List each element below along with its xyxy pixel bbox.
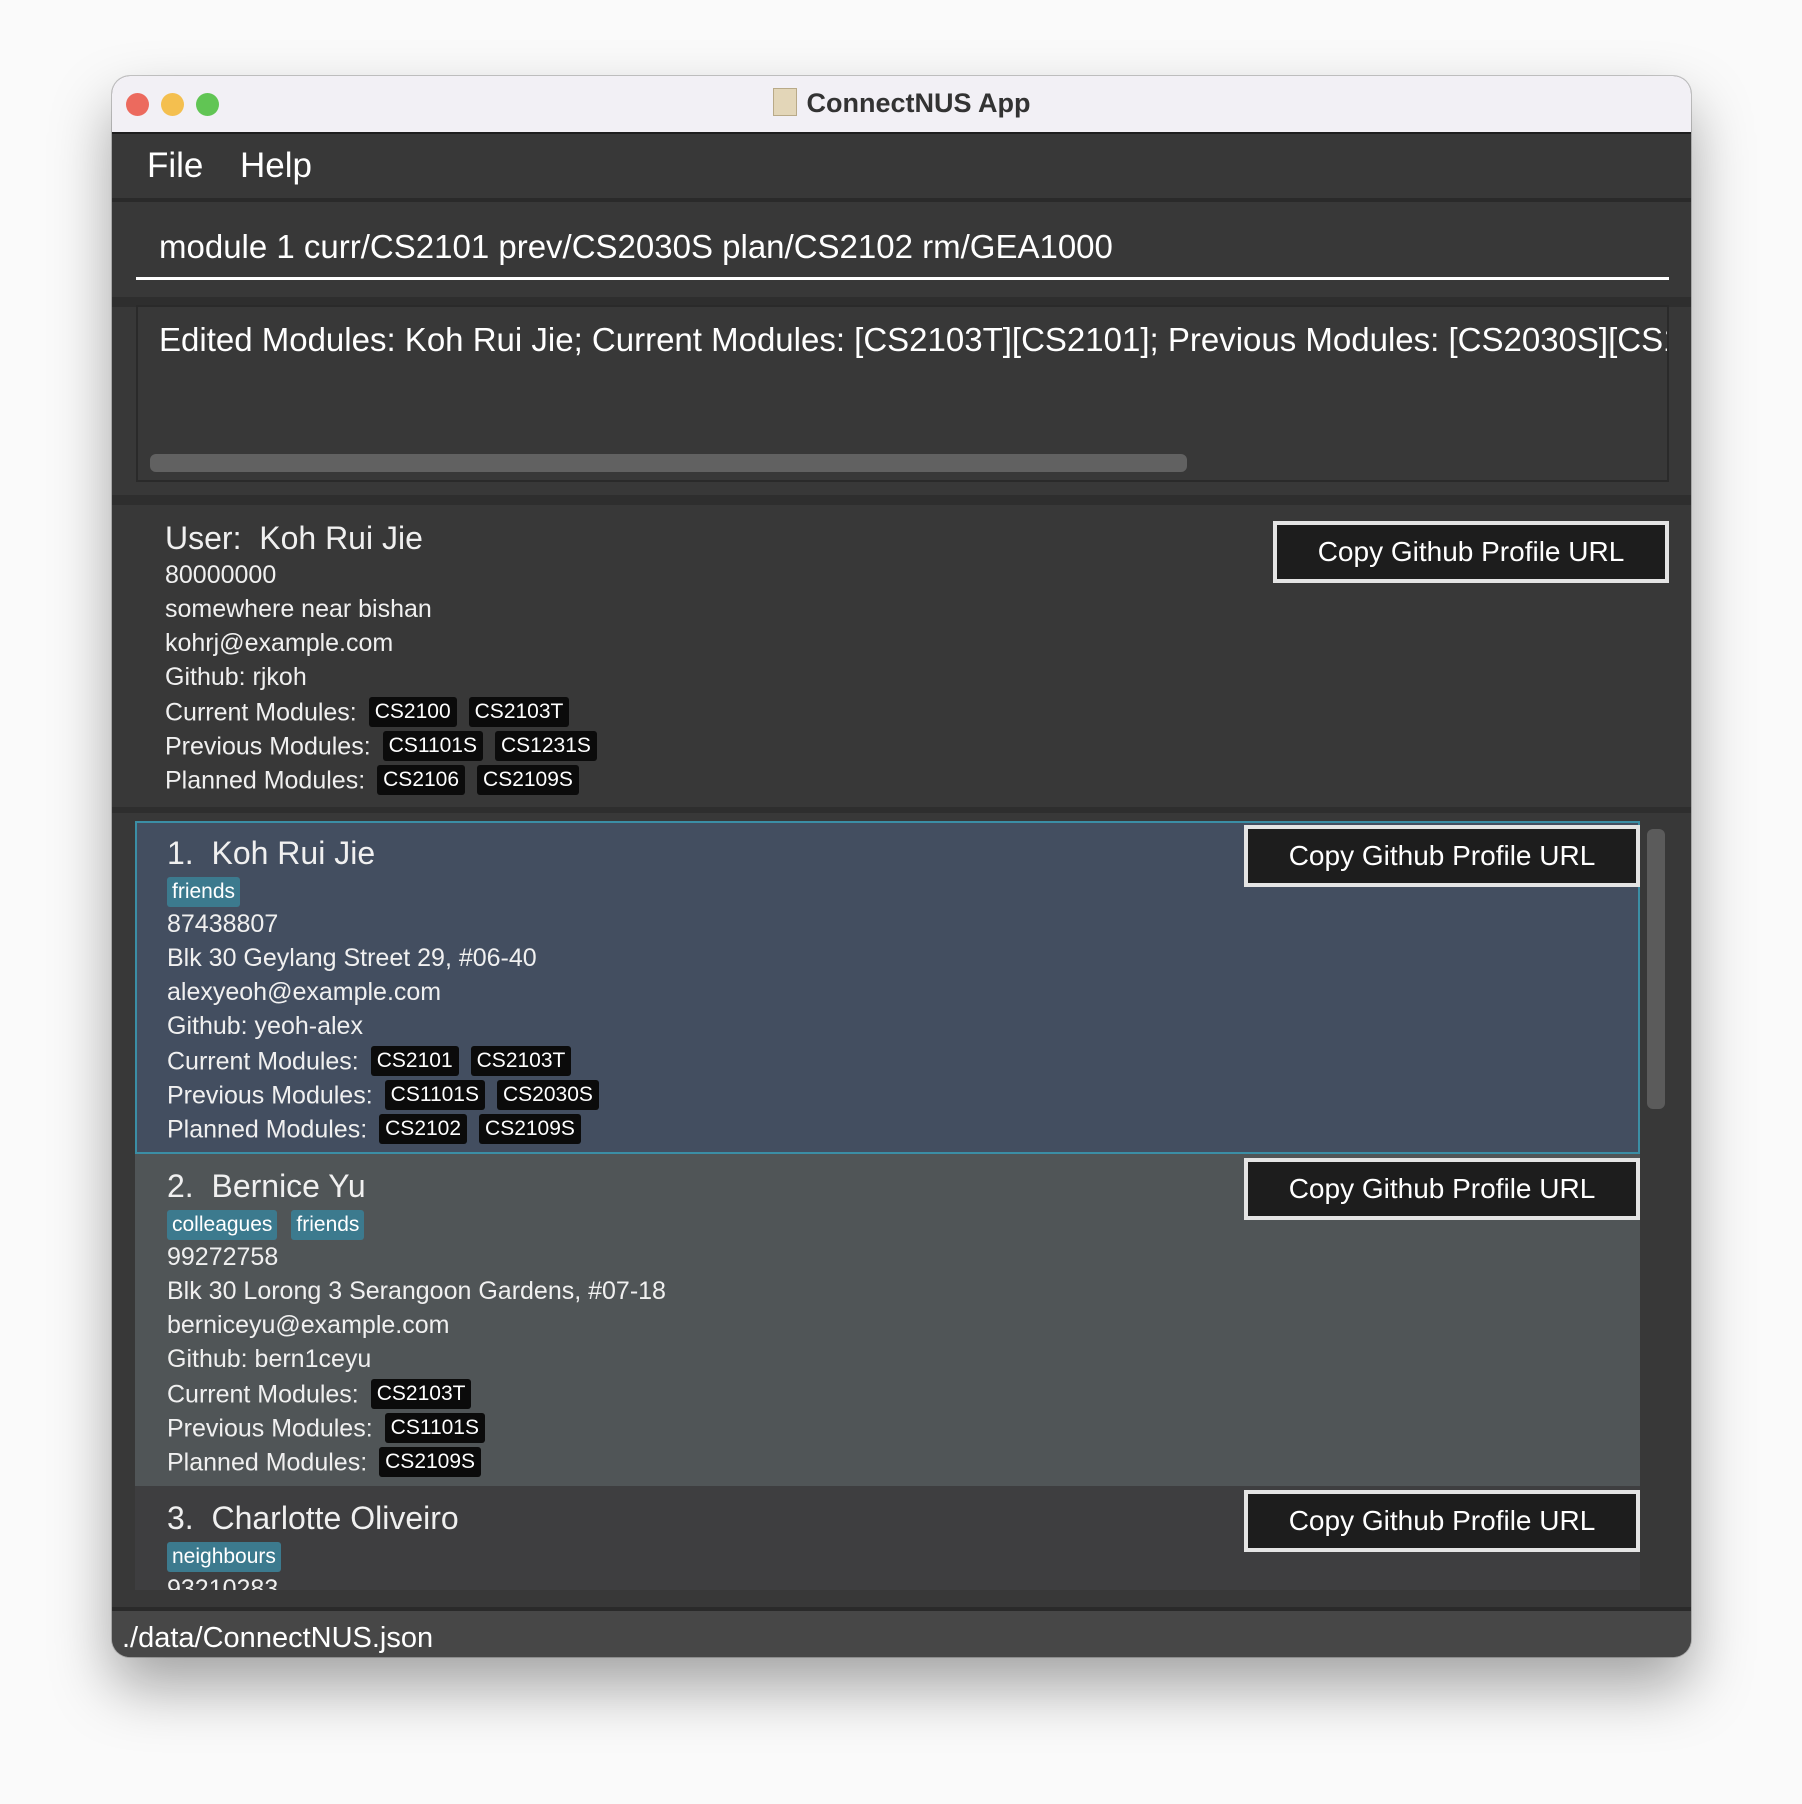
previous-modules-label: Previous Modules: [167, 1081, 373, 1110]
copy-github-url-button[interactable]: Copy Github Profile URL [1244, 1158, 1640, 1220]
contact-card[interactable]: 1. Koh Rui Jie friends 87438807 Blk 30 Geyl… [135, 821, 1640, 1154]
module-badge: CS2103T [370, 1379, 472, 1410]
contact-index: 1. [167, 835, 194, 871]
contact-index: 2. [167, 1168, 194, 1204]
contact-current-modules: Current Modules: CS2103T [167, 1376, 1640, 1410]
contact-previous-modules: Previous Modules: CS1101S CS2030S [167, 1077, 1640, 1111]
planned-modules-label: Planned Modules: [167, 1115, 368, 1144]
result-horizontal-scrollbar[interactable] [150, 454, 1187, 472]
user-github: Github: rjkoh [165, 663, 307, 691]
module-badge: CS2100 [368, 697, 457, 728]
contact-phone: 93210283 [167, 1575, 279, 1590]
result-text: Edited Modules: Koh Rui Jie; Current Mod… [159, 321, 1669, 358]
module-badge: CS2109S [379, 1447, 482, 1478]
contact-planned-modules: Planned Modules: CS2102 CS2109S [167, 1111, 1640, 1145]
tag-label: neighbours [167, 1542, 281, 1572]
user-phone: 80000000 [165, 561, 277, 589]
module-badge: CS2101 [370, 1046, 459, 1077]
status-file-path: ./data/ConnectNUS.json [122, 1622, 434, 1654]
user-label: User: [165, 520, 242, 556]
planned-modules-label: Planned Modules: [167, 1448, 368, 1477]
current-modules-label: Current Modules: [167, 1047, 359, 1076]
module-badge: CS2103T [468, 697, 570, 728]
contact-previous-modules: Previous Modules: CS1101S [167, 1410, 1640, 1444]
previous-modules-label: Previous Modules: [165, 732, 371, 761]
contact-github: Github: bern1ceyu [167, 1345, 372, 1373]
contact-email: alexyeoh@example.com [167, 978, 442, 1006]
window-title: ConnectNUS App [112, 88, 1691, 119]
module-badge: CS2103T [470, 1046, 572, 1077]
contact-phone: 99272758 [167, 1243, 279, 1271]
module-badge: CS2109S [477, 765, 579, 796]
module-badge: CS1101S [384, 1413, 485, 1444]
contact-name: Koh Rui Jie [211, 835, 376, 871]
command-box[interactable]: module 1 curr/CS2101 prev/CS2030S plan/C… [112, 202, 1691, 307]
contact-card[interactable]: 3. Charlotte Oliveiro neighbours 93210283 C… [135, 1486, 1640, 1590]
status-bar: ./data/ConnectNUS.json [112, 1607, 1691, 1657]
module-badge: CS2030S [497, 1080, 599, 1111]
user-address: somewhere near bishan [165, 595, 432, 623]
user-planned-modules: Planned Modules: CS2106 CS2109S [165, 762, 597, 796]
contact-address: Blk 30 Geylang Street 29, #06-40 [167, 944, 537, 972]
app-icon [772, 88, 797, 116]
app-window: ConnectNUS App File Help module 1 curr/C… [112, 76, 1691, 1657]
contact-planned-modules: Planned Modules: CS2109S [167, 1444, 1640, 1478]
current-modules-label: Current Modules: [165, 698, 357, 727]
menu-file[interactable]: File [147, 146, 203, 186]
user-current-modules: Current Modules: CS2100 CS2103T [165, 694, 597, 728]
module-badge: CS1231S [495, 731, 597, 762]
title-bar: ConnectNUS App [112, 76, 1691, 134]
module-badge: CS2109S [479, 1114, 581, 1145]
contact-email: berniceyu@example.com [167, 1311, 450, 1339]
tag-label: colleagues [167, 1210, 278, 1240]
module-badge: CS2102 [379, 1114, 468, 1145]
current-modules-label: Current Modules: [167, 1380, 359, 1409]
contact-list[interactable]: 1. Koh Rui Jie friends 87438807 Blk 30 Geyl… [135, 821, 1640, 1590]
copy-github-url-button[interactable]: Copy Github Profile URL [1244, 825, 1640, 887]
result-display: Edited Modules: Koh Rui Jie; Current Mod… [136, 305, 1669, 482]
contact-github: Github: yeoh-alex [167, 1012, 363, 1040]
command-input[interactable]: module 1 curr/CS2101 prev/CS2030S plan/C… [159, 228, 1113, 266]
contact-name: Charlotte Oliveiro [211, 1500, 459, 1536]
user-email: kohrj@example.com [165, 629, 394, 657]
contact-address: Blk 30 Lorong 3 Serangoon Gardens, #07-1… [167, 1277, 666, 1305]
copy-github-url-button[interactable]: Copy Github Profile URL [1244, 1490, 1640, 1552]
user-previous-modules: Previous Modules: CS1101S CS1231S [165, 728, 597, 762]
planned-modules-label: Planned Modules: [165, 766, 366, 795]
contact-name: Bernice Yu [211, 1168, 366, 1204]
tag-label: friends [291, 1210, 365, 1240]
module-badge: CS2106 [377, 765, 466, 796]
contact-list-scrollbar[interactable] [1647, 829, 1665, 1109]
contact-index: 3. [167, 1500, 194, 1536]
contact-card[interactable]: 2. Bernice Yu colleagues friends 99272758 Bl… [135, 1154, 1640, 1486]
menu-help[interactable]: Help [240, 146, 312, 186]
user-profile-panel: User: Koh Rui Jie 80000000 somewhere nea… [112, 495, 1691, 813]
module-badge: CS1101S [384, 1080, 485, 1111]
menu-bar: File Help [112, 134, 1691, 202]
tag-label: friends [167, 877, 241, 907]
user-name: Koh Rui Jie [259, 520, 423, 556]
contact-phone: 87438807 [167, 910, 279, 938]
window-title-text: ConnectNUS App [806, 88, 1031, 118]
command-underline [136, 277, 1669, 280]
previous-modules-label: Previous Modules: [167, 1414, 373, 1443]
copy-github-url-button[interactable]: Copy Github Profile URL [1273, 521, 1669, 583]
module-badge: CS1101S [382, 731, 483, 762]
contact-current-modules: Current Modules: CS2101 CS2103T [167, 1043, 1640, 1077]
